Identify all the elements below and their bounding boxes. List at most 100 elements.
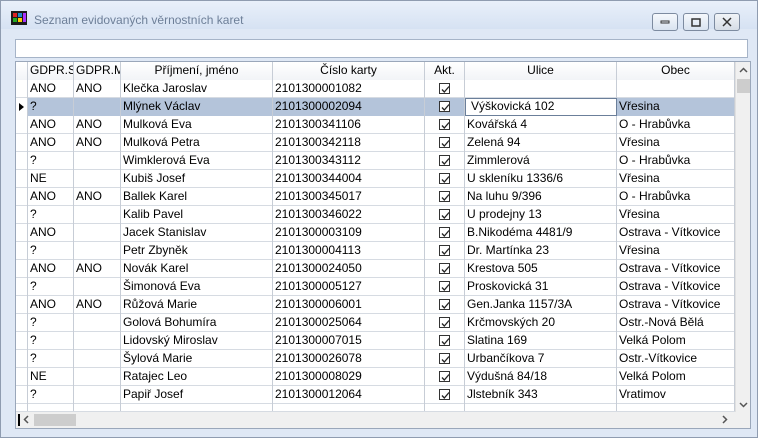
table-row[interactable]: ? Wimklerová Eva 2101300343112 Zimmlerová O … [16, 152, 749, 170]
cell-name[interactable]: Wimklerová Eva [121, 152, 273, 170]
cell-street[interactable]: Gen.Janka 1157/3A [465, 296, 617, 314]
table-row[interactable]: ANO ANO Ballek Karel 2101300345017 Na luhu 9… [16, 188, 749, 206]
cell-gdpr-s[interactable]: ANO [28, 296, 74, 314]
vertical-scroll-thumb[interactable] [737, 79, 750, 93]
cell-street[interactable]: Urbančíkova 7 [465, 350, 617, 368]
cards-grid[interactable]: GDPR.S GDPR.M Příjmení, jméno Číslo kart… [15, 61, 751, 429]
cell-active[interactable] [425, 260, 465, 278]
cell-active[interactable] [425, 296, 465, 314]
active-checkbox[interactable] [439, 137, 450, 148]
vertical-scrollbar[interactable] [735, 62, 750, 412]
cell-active[interactable] [425, 206, 465, 224]
cell-gdpr-m[interactable] [74, 278, 121, 296]
cell-card[interactable]: 2101300006001 [273, 296, 425, 314]
active-checkbox[interactable] [439, 227, 450, 238]
cell-town[interactable]: Vřesina [617, 98, 735, 116]
cell-name[interactable]: Kubiš Josef [121, 170, 273, 188]
cell-gdpr-m[interactable] [74, 350, 121, 368]
cell-active[interactable] [425, 80, 465, 98]
title-bar[interactable]: Seznam evidovaných věrnostních karet [1, 1, 757, 31]
row-indicator[interactable] [16, 296, 28, 314]
cell-town[interactable]: Ostr.-Vítkovice [617, 350, 735, 368]
cell-name[interactable]: Šimonová Eva [121, 278, 273, 296]
cell-gdpr-m[interactable]: ANO [74, 134, 121, 152]
scroll-up-icon[interactable] [739, 66, 748, 75]
cell-active[interactable] [425, 134, 465, 152]
active-checkbox[interactable] [439, 281, 450, 292]
cell-street[interactable]: Slatina 169 [465, 332, 617, 350]
cell-name[interactable]: Novák Karel [121, 260, 273, 278]
cell-gdpr-s[interactable]: ANO [28, 188, 74, 206]
cell-town[interactable]: Vřesina [617, 242, 735, 260]
cell-gdpr-m[interactable] [74, 206, 121, 224]
row-indicator[interactable] [16, 386, 28, 404]
cell-active[interactable] [425, 332, 465, 350]
row-indicator[interactable] [16, 350, 28, 368]
cell-gdpr-s[interactable]: ANO [28, 116, 74, 134]
cell-gdpr-s[interactable]: ? [28, 314, 74, 332]
cell-gdpr-m[interactable] [74, 170, 121, 188]
row-indicator[interactable] [16, 224, 28, 242]
cell-gdpr-s[interactable]: ? [28, 152, 74, 170]
active-checkbox[interactable] [439, 119, 450, 130]
row-indicator[interactable] [16, 368, 28, 386]
minimize-button[interactable] [652, 13, 678, 31]
cell-gdpr-m[interactable] [74, 332, 121, 350]
row-indicator[interactable] [16, 260, 28, 278]
table-row[interactable]: ANO ANO Mulková Eva 2101300341106 Kovářská 4… [16, 116, 749, 134]
table-row[interactable]: NE Ratajec Leo 2101300008029 Výdušná 84/18 V… [16, 368, 749, 386]
cell-card[interactable]: 2101300005127 [273, 278, 425, 296]
cell-gdpr-m[interactable]: ANO [74, 80, 121, 98]
cell-card[interactable]: 2101300344004 [273, 170, 425, 188]
cell-town[interactable]: Velká Polom [617, 368, 735, 386]
cell-card[interactable]: 2101300025064 [273, 314, 425, 332]
cell-gdpr-s[interactable]: ANO [28, 224, 74, 242]
cell-name[interactable]: Klečka Jaroslav [121, 80, 273, 98]
horizontal-scrollbar[interactable] [16, 412, 735, 428]
cell-card[interactable]: 2101300008029 [273, 368, 425, 386]
cell-name[interactable]: Golová Bohumíra [121, 314, 273, 332]
cell-name[interactable]: Mulková Petra [121, 134, 273, 152]
cell-town[interactable]: Ostrava - Vítkovice [617, 224, 735, 242]
cell-gdpr-s[interactable]: NE [28, 170, 74, 188]
row-indicator[interactable] [16, 188, 28, 206]
cell-gdpr-s[interactable]: ? [28, 332, 74, 350]
cell-town[interactable]: Vřesina [617, 206, 735, 224]
cell-gdpr-m[interactable]: ANO [74, 260, 121, 278]
cell-active[interactable] [425, 116, 465, 134]
col-header-name[interactable]: Příjmení, jméno [121, 62, 273, 80]
scroll-left-icon[interactable] [22, 415, 31, 424]
active-checkbox[interactable] [439, 335, 450, 346]
active-checkbox[interactable] [439, 83, 450, 94]
cell-name[interactable]: Petr Zbyněk [121, 242, 273, 260]
cell-name[interactable]: Mlýnek Václav [121, 98, 273, 116]
cell-gdpr-s[interactable]: NE [28, 368, 74, 386]
cell-street[interactable]: Dr. Martínka 23 [465, 242, 617, 260]
cell-active[interactable] [425, 350, 465, 368]
cell-active[interactable] [425, 314, 465, 332]
table-row[interactable]: ANO ANO Novák Karel 2101300024050 Krestova 5… [16, 260, 749, 278]
active-checkbox[interactable] [439, 299, 450, 310]
col-header-active[interactable]: Akt. [425, 62, 465, 80]
active-checkbox[interactable] [439, 371, 450, 382]
col-header-town[interactable]: Obec [617, 62, 735, 80]
cell-active[interactable] [425, 152, 465, 170]
cell-name[interactable]: Jacek Stanislav [121, 224, 273, 242]
cell-gdpr-m[interactable] [74, 368, 121, 386]
maximize-button[interactable] [683, 13, 709, 31]
cell-gdpr-s[interactable]: ? [28, 242, 74, 260]
table-row[interactable]: ANO Jacek Stanislav 2101300003109 B.Nikodém… [16, 224, 749, 242]
cell-street[interactable]: B.Nikodéma 4481/9 [465, 224, 617, 242]
cell-name[interactable]: Ratajec Leo [121, 368, 273, 386]
table-row[interactable]: ? Petr Zbyněk 2101300004113 Dr. Martínka 23… [16, 242, 749, 260]
active-checkbox[interactable] [439, 173, 450, 184]
cell-name[interactable]: Papiř Josef [121, 386, 273, 404]
table-row[interactable]: ? Papiř Josef 2101300012064 Jlstebník 343 Vr… [16, 386, 749, 404]
cell-town[interactable]: Vratimov [617, 386, 735, 404]
cell-town[interactable]: Velká Polom [617, 332, 735, 350]
cell-town[interactable]: Ostrava - Vítkovice [617, 260, 735, 278]
cell-active[interactable] [425, 368, 465, 386]
cell-name[interactable]: Ballek Karel [121, 188, 273, 206]
cell-gdpr-m[interactable] [74, 224, 121, 242]
cell-name[interactable]: Šylová Marie [121, 350, 273, 368]
